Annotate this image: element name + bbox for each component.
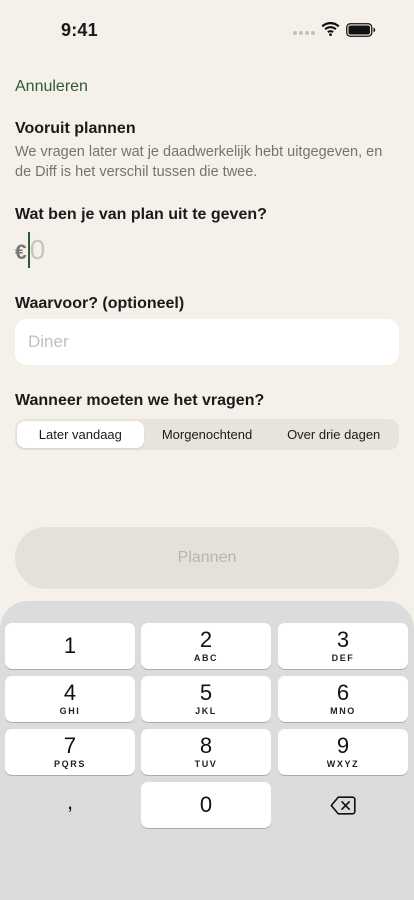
key-3-letters: DEF (331, 653, 355, 663)
key-3-digit: 3 (336, 627, 350, 652)
when-label: Wanneer moeten we het vragen? (15, 392, 265, 409)
key-backspace[interactable] (278, 782, 408, 828)
amount-placeholder: 0 (29, 234, 46, 265)
key-7[interactable]: 7 PQRS (5, 729, 135, 775)
key-2[interactable]: 2 ABC (141, 623, 271, 669)
key-7-digit: 7 (63, 733, 77, 758)
key-0[interactable]: 0 (141, 782, 271, 828)
segment-later-today[interactable]: Later vandaag (17, 421, 144, 448)
key-5[interactable]: 5 JKL (141, 676, 271, 722)
battery-icon (346, 23, 376, 37)
key-9-letters: WXYZ (326, 759, 360, 769)
cancel-link[interactable]: Annuleren (15, 78, 88, 96)
purpose-input[interactable] (15, 319, 399, 365)
plan-button[interactable]: Plannen (15, 527, 399, 589)
plan-title: Vooruit plannen (15, 120, 136, 137)
key-2-letters: ABC (193, 653, 219, 663)
currency-symbol: € (15, 241, 27, 264)
key-6-letters: MNO (330, 706, 356, 716)
status-bar: 9:41 (0, 0, 414, 56)
key-decimal[interactable]: , (5, 782, 135, 828)
wifi-icon (321, 22, 340, 36)
amount-input[interactable]: € 0 (15, 231, 45, 269)
key-8[interactable]: 8 TUV (141, 729, 271, 775)
segment-tomorrow-morning[interactable]: Morgenochtend (144, 421, 271, 448)
key-0-digit: 0 (199, 792, 213, 817)
key-4-letters: GHI (59, 706, 81, 716)
key-7-letters: PQRS (54, 759, 86, 769)
key-4[interactable]: 4 GHI (5, 676, 135, 722)
key-5-letters: JKL (195, 706, 217, 716)
signal-icon (293, 31, 315, 35)
numeric-keypad: 1 2 ABC 3 DEF 4 GHI 5 JKL 6 MNO 7 PQRS 8… (0, 601, 414, 900)
key-6-digit: 6 (336, 680, 350, 705)
key-8-digit: 8 (199, 733, 213, 758)
key-2-digit: 2 (199, 627, 213, 652)
key-decimal-symbol: , (66, 789, 74, 814)
key-5-digit: 5 (199, 680, 213, 705)
key-6[interactable]: 6 MNO (278, 676, 408, 722)
delete-left-icon (330, 795, 356, 815)
key-3[interactable]: 3 DEF (278, 623, 408, 669)
segment-in-three-days[interactable]: Over drie dagen (270, 421, 397, 448)
key-9-digit: 9 (336, 733, 350, 758)
status-time: 9:41 (61, 20, 98, 40)
purpose-label: Waarvoor? (optioneel) (15, 295, 185, 312)
amount-question: Wat ben je van plan uit te geven? (15, 206, 267, 223)
when-segmented-control: Later vandaag Morgenochtend Over drie da… (15, 419, 399, 450)
key-8-letters: TUV (194, 759, 218, 769)
key-4-digit: 4 (63, 680, 77, 705)
key-1-digit: 1 (63, 633, 77, 658)
key-9[interactable]: 9 WXYZ (278, 729, 408, 775)
key-1[interactable]: 1 (5, 623, 135, 669)
plan-description: We vragen later wat je daadwerkelijk heb… (15, 144, 383, 180)
